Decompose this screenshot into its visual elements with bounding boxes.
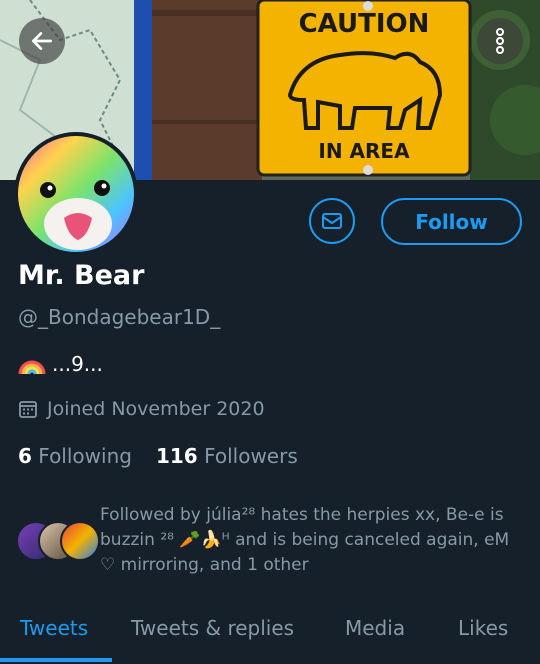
tab-media[interactable]: Media bbox=[345, 616, 405, 640]
arrow-left-icon bbox=[31, 32, 53, 50]
following-label: Following bbox=[38, 444, 132, 468]
display-name: Mr. Bear bbox=[18, 260, 145, 291]
followers-count: 116 bbox=[155, 444, 198, 468]
follow-stats: 6 Following 116 Followers bbox=[18, 444, 298, 468]
joined-date: Joined November 2020 bbox=[18, 398, 265, 420]
following-link[interactable]: 6 Following bbox=[18, 444, 132, 468]
mail-icon bbox=[322, 213, 342, 229]
active-tab-indicator bbox=[0, 658, 112, 662]
user-handle: @_Bondagebear1D_ bbox=[18, 305, 221, 329]
more-options-button[interactable] bbox=[477, 18, 523, 64]
profile-tabs: Tweets Tweets & replies Media Likes bbox=[0, 606, 540, 664]
tab-tweets-replies[interactable]: Tweets & replies bbox=[131, 616, 294, 640]
back-button[interactable] bbox=[19, 18, 65, 64]
banner-sign-bottom: IN AREA bbox=[318, 139, 410, 163]
profile-avatar[interactable] bbox=[14, 132, 138, 256]
more-vertical-icon bbox=[496, 28, 504, 54]
bio: ...9... bbox=[18, 352, 103, 376]
avatar bbox=[60, 521, 100, 561]
bio-text: ...9... bbox=[52, 352, 103, 376]
message-button[interactable] bbox=[309, 198, 355, 244]
rainbow-icon bbox=[18, 360, 46, 374]
followers-link[interactable]: 116 Followers bbox=[156, 444, 298, 468]
joined-text: Joined November 2020 bbox=[47, 398, 265, 420]
mutual-followers-avatars[interactable] bbox=[16, 521, 100, 561]
follow-button[interactable]: Follow bbox=[381, 198, 522, 245]
following-count: 6 bbox=[18, 444, 32, 468]
followers-label: Followers bbox=[204, 444, 298, 468]
calendar-icon bbox=[19, 401, 37, 418]
tab-likes[interactable]: Likes bbox=[458, 616, 508, 640]
banner-sign-top: CAUTION bbox=[299, 9, 430, 39]
tab-tweets[interactable]: Tweets bbox=[20, 616, 88, 640]
followed-by-text[interactable]: Followed by júlia²⁸ hates the herpies xx… bbox=[100, 503, 525, 578]
